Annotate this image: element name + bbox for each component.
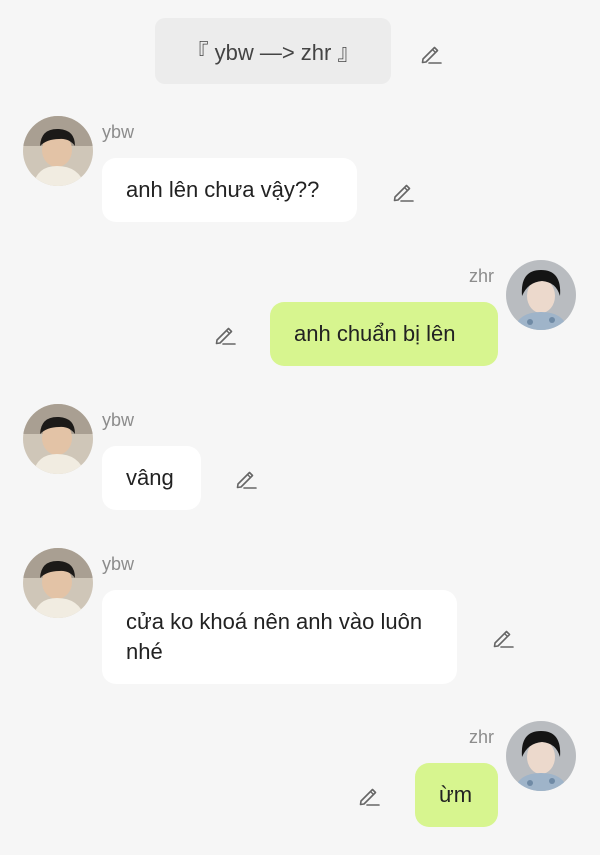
edit-title-button[interactable] — [418, 40, 444, 66]
message-text: anh chuẩn bị lên — [294, 321, 456, 346]
sender-name: zhr — [469, 727, 495, 747]
sender-name: ybw — [102, 122, 135, 142]
edit-message-button[interactable] — [233, 465, 259, 491]
avatar-ybw-image — [23, 404, 93, 474]
pencil-edit-icon — [236, 471, 257, 489]
avatar-zhr[interactable] — [506, 721, 576, 791]
avatar-zhr-image — [506, 721, 576, 791]
sender-name: zhr — [469, 266, 495, 286]
message-text: cửa ko khoá nên anh vào luôn nhé — [126, 609, 423, 664]
pencil-edit-icon — [359, 788, 380, 806]
avatar-ybw[interactable] — [23, 404, 93, 474]
edit-message-button[interactable] — [490, 624, 516, 650]
pencil-edit-icon — [393, 184, 414, 202]
conversation-title: 『 ybw —> zhr 』 — [155, 18, 391, 84]
sender-name: ybw — [102, 554, 135, 574]
message-text: ừm — [439, 782, 473, 807]
avatar-ybw[interactable] — [23, 116, 93, 186]
avatar-ybw-image — [23, 116, 93, 186]
message-bubble[interactable]: ừm — [415, 763, 498, 827]
pencil-edit-icon — [215, 327, 236, 345]
message-bubble[interactable]: anh lên chưa vậy?? — [102, 158, 357, 222]
sender-name: ybw — [102, 410, 135, 430]
message-bubble[interactable]: cửa ko khoá nên anh vào luôn nhé — [102, 590, 457, 684]
pencil-edit-icon — [493, 630, 514, 648]
edit-message-button[interactable] — [212, 321, 238, 347]
avatar-ybw[interactable] — [23, 548, 93, 618]
conversation-title-text: 『 ybw —> zhr 』 — [186, 40, 360, 65]
edit-message-button[interactable] — [390, 178, 416, 204]
avatar-zhr-image — [506, 260, 576, 330]
edit-message-button[interactable] — [356, 782, 382, 808]
avatar-zhr[interactable] — [506, 260, 576, 330]
message-bubble[interactable]: vâng — [102, 446, 201, 510]
pencil-edit-icon — [421, 46, 442, 64]
message-text: vâng — [126, 465, 174, 490]
message-bubble[interactable]: anh chuẩn bị lên — [270, 302, 498, 366]
avatar-ybw-image — [23, 548, 93, 618]
message-text: anh lên chưa vậy?? — [126, 177, 320, 202]
